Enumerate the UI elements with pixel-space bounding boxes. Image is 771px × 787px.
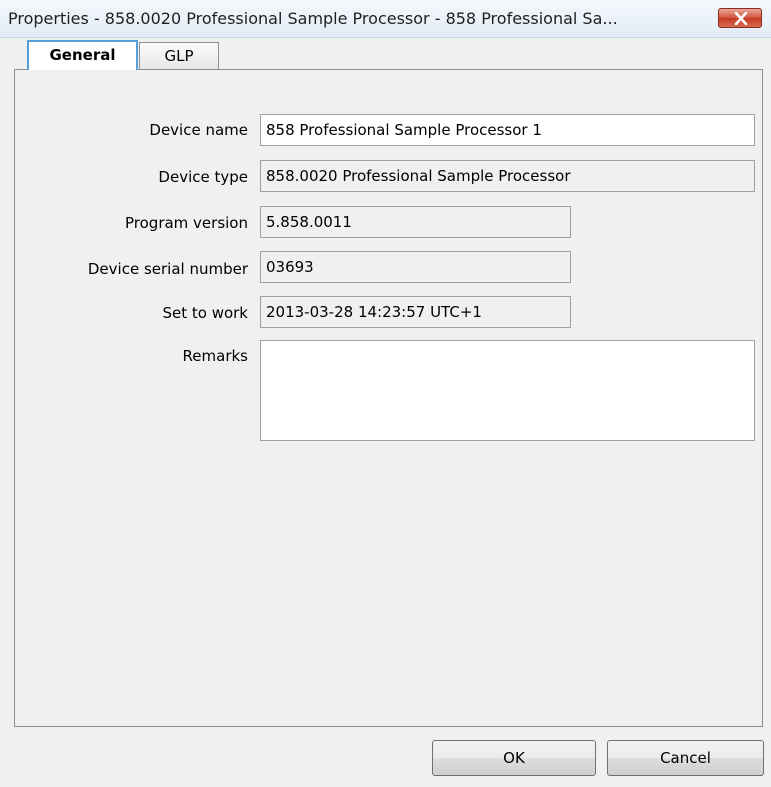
window-title: Properties - 858.0020 Professional Sampl…	[8, 9, 618, 28]
device-name-field[interactable]: 858 Professional Sample Processor 1	[260, 114, 755, 146]
device-type-field: 858.0020 Professional Sample Processor	[260, 160, 755, 192]
device-type-label: Device type	[158, 168, 248, 186]
remarks-textarea[interactable]	[260, 340, 755, 441]
ok-button[interactable]: OK	[432, 740, 596, 776]
tab-glp-label: GLP	[164, 47, 194, 65]
remarks-label: Remarks	[182, 347, 248, 365]
tab-general-label: General	[49, 46, 116, 64]
set-to-work-label: Set to work	[162, 304, 248, 322]
close-button[interactable]	[718, 8, 762, 28]
tab-glp[interactable]: GLP	[139, 42, 219, 70]
serial-number-field: 03693	[260, 251, 571, 283]
title-bar: Properties - 858.0020 Professional Sampl…	[0, 0, 771, 38]
close-icon	[734, 12, 748, 25]
serial-number-label: Device serial number	[87, 260, 248, 278]
program-version-label: Program version	[125, 214, 248, 232]
program-version-field: 5.858.0011	[260, 206, 571, 238]
set-to-work-field: 2013-03-28 14:23:57 UTC+1	[260, 296, 571, 328]
cancel-button[interactable]: Cancel	[607, 740, 764, 776]
tab-general[interactable]: General	[27, 40, 138, 70]
device-name-label: Device name	[149, 121, 248, 139]
